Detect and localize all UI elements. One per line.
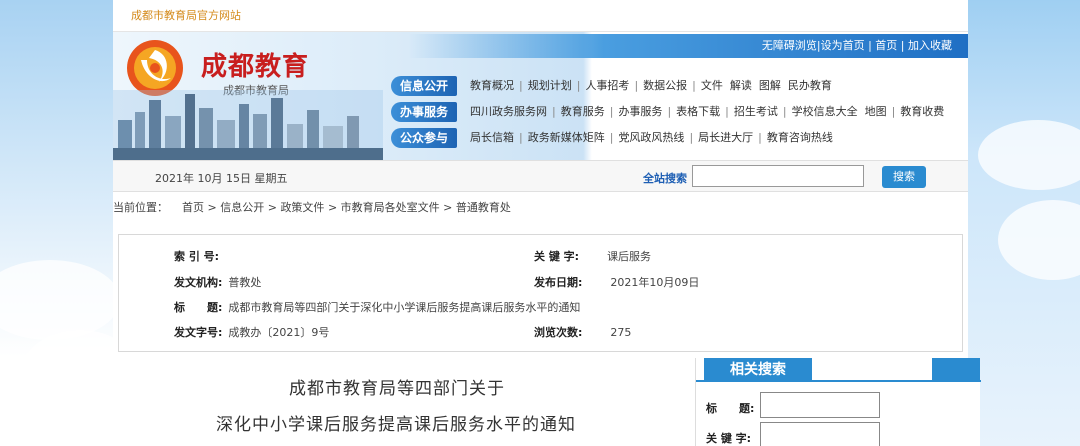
nav-label-public-participation: 公众参与 [391,128,457,148]
top-links-bar: 无障碍浏览|设为首页 | 首页 | 加入收藏 [408,34,968,58]
nav-link-form-download[interactable]: 表格下载 [676,105,720,118]
nav-link-sichuan-gov-services[interactable]: 四川政务服务网 [470,105,547,118]
document-title-line2: 深化中小学课后服务提高课后服务水平的通知 [216,415,576,435]
related-keyword-input[interactable] [760,422,880,446]
nav-link-conduct-hotline[interactable]: 党风政风热线 [618,131,684,144]
nav-link-new-media[interactable]: 政务新媒体矩阵 [528,131,605,144]
nav-label-services: 办事服务 [391,102,457,122]
page-frame: 成都市教育局官方网站 无障碍浏览|设为首页 | 首页 | 加入收藏 成都教育 成… [113,0,981,446]
meta-index-no: 索 引 号: [174,250,220,263]
current-date: 2021年 10月 15日 星期五 [155,172,288,185]
link-add-favorite[interactable]: 加入收藏 [908,39,952,52]
nav-link-infographics[interactable]: 图解 [759,79,781,92]
breadcrumb-prefix: 当前位置： [113,201,168,214]
nav-link-admissions-exams[interactable]: 招生考试 [734,105,778,118]
nav-link-map[interactable]: 地图 [865,105,887,118]
related-search-header: 相关搜索 [704,358,812,382]
breadcrumb-home[interactable]: 首页 [182,201,204,214]
site-search-button[interactable]: 搜索 [882,166,926,188]
nav-link-education-overview[interactable]: 教育概况 [470,79,514,92]
nav-link-office-services[interactable]: 办事服务 [618,105,662,118]
meta-document-number: 发文字号: 成教办〔2021〕9号 [174,326,330,339]
related-search-panel: 相关搜索 标 题: 关 键 字: [695,358,981,446]
nav-category-labels: 信息公开 办事服务 公众参与 [391,76,457,154]
nav-links: 教育概况 | 规划计划 | 人事招考 | 数据公报 | 文件 解读 图解 民办教育 四川政务服务… [470,76,965,154]
nav-link-education-services[interactable]: 教育服务 [561,105,605,118]
background-right [968,0,1080,446]
nav-link-interpretation[interactable]: 解读 [730,79,752,92]
nav-link-director-mailbox[interactable]: 局长信箱 [470,131,514,144]
site-search-input[interactable] [692,165,864,187]
link-home[interactable]: 首页 [875,39,897,52]
link-set-homepage[interactable]: 设为首页 [821,39,865,52]
breadcrumb-general-education[interactable]: 普通教育处 [456,201,511,214]
related-title-input[interactable] [760,392,880,418]
logo-icon [127,40,183,96]
date-search-bar: 2021年 10月 15日 星期五 全站搜索 搜索 [113,160,968,192]
meta-publish-date: 发布日期: 2021年10月09日 [534,276,700,289]
breadcrumb: 当前位置： 首页 > 信息公开 > 政策文件 > 市教育局各处室文件 > 普通教… [113,196,968,220]
breadcrumb-info-public[interactable]: 信息公开 [220,201,264,214]
related-keyword-label: 关 键 字: [706,432,752,445]
nav-link-planning[interactable]: 规划计划 [528,79,572,92]
nav-row-participation: 局长信箱 | 政务新媒体矩阵 | 党风政风热线 | 局长进大厅 | 教育咨询热线 [470,131,833,144]
breadcrumb-bureau-docs[interactable]: 市教育局各处室文件 [341,201,440,214]
nav-link-consult-hotline[interactable]: 教育咨询热线 [767,131,833,144]
site-search-label: 全站搜索 [643,172,687,185]
background-left [0,0,140,446]
meta-issuer: 发文机构: 普教处 [174,276,262,289]
nav-link-documents[interactable]: 文件 [701,79,723,92]
document-metadata: 索 引 号: 关 键 字: 课后服务 发文机构: 普教处 发布日期: 2021年10月… [118,234,963,352]
nav-link-recruitment[interactable]: 人事招考 [585,79,629,92]
meta-view-count: 浏览次数: 275 [534,326,632,339]
document-title-line1: 成都市教育局等四部门关于 [289,379,505,399]
official-site-tag: 成都市教育局官方网站 [113,0,968,32]
nav-link-data-bulletin[interactable]: 数据公报 [643,79,687,92]
breadcrumb-policy-docs[interactable]: 政策文件 [280,201,324,214]
meta-title: 标 题: 成都市教育局等四部门关于深化中小学课后服务提高课后服务水平的通知 [174,301,581,314]
meta-keywords: 关 键 字: 课后服务 [534,250,652,263]
link-accessibility[interactable]: 无障碍浏览 [762,39,817,52]
nav-link-school-directory[interactable]: 学校信息大全 [792,105,858,118]
nav-link-director-hall[interactable]: 局长进大厅 [698,131,753,144]
header-banner: 无障碍浏览|设为首页 | 首页 | 加入收藏 成都教育 成都市教育局 信息公开 … [113,32,968,160]
city-skyline-image [113,90,383,160]
nav-link-private-education[interactable]: 民办教育 [788,79,832,92]
related-search-header-accent [932,358,980,382]
nav-row-services: 四川政务服务网 | 教育服务 | 办事服务 | 表格下载 | 招生考试 | 学校信息大全 地图 | 教育… [470,105,945,118]
nav-row-info-public: 教育概况 | 规划计划 | 人事招考 | 数据公报 | 文件 解读 图解 民办教育 [470,79,832,92]
logo-title: 成都教育 [201,52,310,82]
nav-link-education-fees[interactable]: 教育收费 [900,105,944,118]
nav-label-info-public: 信息公开 [391,76,457,96]
related-title-label: 标 题: [706,402,755,415]
